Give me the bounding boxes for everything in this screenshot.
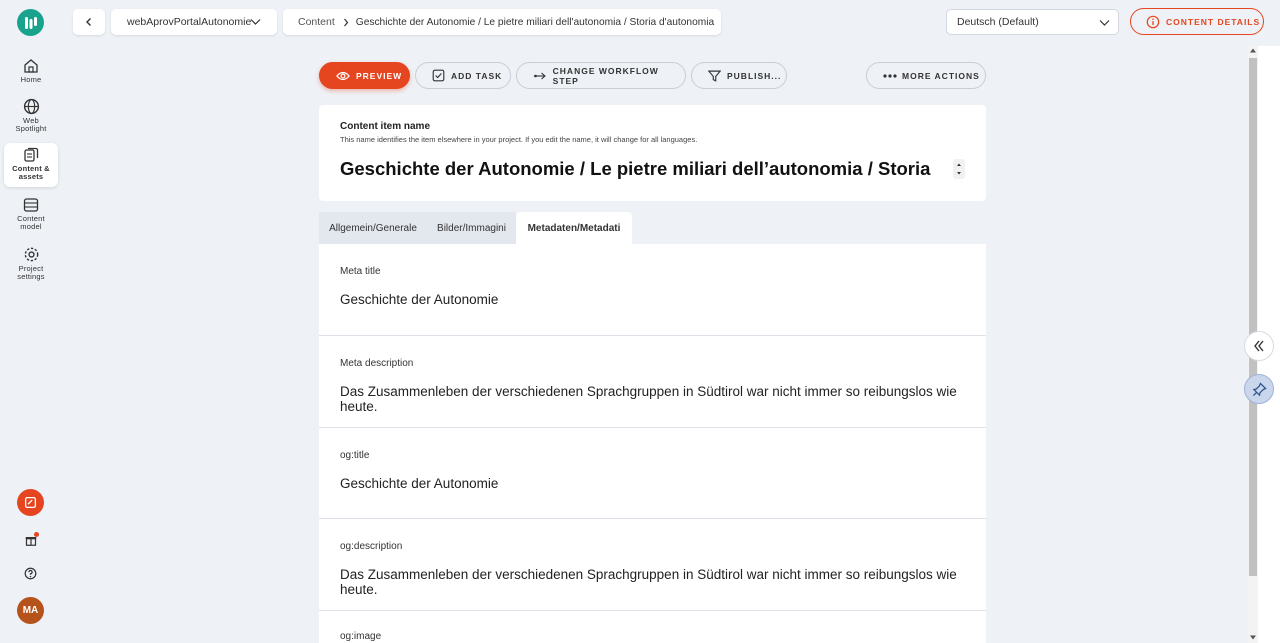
resize-handle[interactable] xyxy=(953,159,965,179)
nav-item-content-assets[interactable]: Content & assets xyxy=(4,143,58,187)
scroll-up-icon[interactable] xyxy=(1250,48,1256,53)
breadcrumb-root[interactable]: Content xyxy=(298,16,335,28)
item-name-input[interactable]: Geschichte der Autonomie / Le pietre mil… xyxy=(340,158,930,180)
app-logo[interactable] xyxy=(17,9,44,36)
publish-button[interactable]: PUBLISH... xyxy=(691,62,787,89)
more-actions-label: MORE ACTIONS xyxy=(902,70,980,81)
breadcrumb-item: Geschichte der Autonomie / Le pietre mil… xyxy=(355,16,715,28)
tab-metadaten[interactable]: Metadaten/Metadati xyxy=(516,212,632,244)
publish-label: PUBLISH... xyxy=(727,70,782,81)
logo-icon xyxy=(24,16,37,29)
nav-item-content-model[interactable]: Content model xyxy=(4,193,58,237)
preview-button[interactable]: PREVIEW xyxy=(319,62,410,89)
chevron-down-icon xyxy=(250,19,261,25)
field-og-title: og:title Geschichte der Autonomie xyxy=(319,428,986,519)
field-label: Meta description xyxy=(340,358,414,369)
content-icon xyxy=(24,147,39,162)
more-dots-icon xyxy=(883,73,897,78)
field-meta-title: Meta title Geschichte der Autonomie xyxy=(319,244,986,336)
gear-icon xyxy=(24,247,38,262)
notification-dot-icon xyxy=(34,532,39,537)
preview-label: PREVIEW xyxy=(356,70,403,81)
field-input[interactable]: Das Zusammenleben der verschiedenen Spra… xyxy=(340,384,986,414)
field-input[interactable]: Geschichte der Autonomie xyxy=(340,292,498,307)
change-workflow-button[interactable]: CHANGE WORKFLOW STEP xyxy=(516,62,686,89)
nav-item-home[interactable]: Home xyxy=(4,54,58,98)
field-label: og:title xyxy=(340,450,370,461)
globe-icon xyxy=(23,98,39,115)
project-name: webAprovPortalAutonomie xyxy=(127,16,252,28)
edit-note-icon xyxy=(24,496,37,509)
help-button[interactable] xyxy=(17,560,44,587)
field-input[interactable]: Das Zusammenleben der verschiedenen Spra… xyxy=(340,567,986,597)
scroll-down-icon[interactable] xyxy=(1250,635,1256,640)
content-details-label: CONTENT DETAILS xyxy=(1166,16,1261,27)
tab-bilder[interactable]: Bilder/Immagini xyxy=(427,212,516,244)
nav-label-project-settings: Project settings xyxy=(17,264,45,281)
chevron-left-icon xyxy=(86,18,91,26)
collapse-panel-button[interactable] xyxy=(1244,331,1274,361)
workflow-arrow-icon xyxy=(533,72,546,79)
eye-icon xyxy=(336,71,350,80)
pin-icon xyxy=(1252,381,1267,396)
chevron-down-icon xyxy=(1099,20,1110,26)
more-actions-button[interactable]: MORE ACTIONS xyxy=(866,62,986,89)
back-button[interactable] xyxy=(73,9,105,35)
nav-label-home: Home xyxy=(20,75,42,84)
item-name-hint: This name identifies the item elsewhere … xyxy=(340,135,698,144)
item-name-label: Content item name xyxy=(340,121,431,132)
help-icon xyxy=(24,567,37,580)
pin-button[interactable] xyxy=(1244,374,1274,404)
field-label: og:image xyxy=(340,631,382,642)
model-icon xyxy=(23,198,39,212)
field-label: og:description xyxy=(340,541,403,552)
scrollbar-thumb[interactable] xyxy=(1249,58,1257,576)
language-selector[interactable]: Deutsch (Default) xyxy=(946,9,1119,35)
language-value: Deutsch (Default) xyxy=(957,16,1039,28)
field-label: Meta title xyxy=(340,266,381,277)
item-name-card: Content item name This name identifies t… xyxy=(319,105,986,201)
filter-icon xyxy=(708,70,721,82)
add-task-button[interactable]: ADD TASK xyxy=(415,62,511,89)
left-rail: Home Web Spotlight Content & assets Cont… xyxy=(0,0,62,643)
nav-label-content-model: Content model xyxy=(17,214,45,231)
nav-item-web-spotlight[interactable]: Web Spotlight xyxy=(4,94,58,138)
field-input[interactable]: Geschichte der Autonomie xyxy=(340,476,498,491)
nav-label-content-assets: Content & assets xyxy=(12,164,50,181)
nav-item-project-settings[interactable]: Project settings xyxy=(4,242,58,286)
field-og-image: og:image xyxy=(319,611,986,643)
tab-allgemein[interactable]: Allgemein/Generale xyxy=(319,212,427,244)
add-task-label: ADD TASK xyxy=(451,70,503,81)
whats-new-button[interactable] xyxy=(17,526,44,553)
nav-label-web-spotlight: Web Spotlight xyxy=(15,116,47,133)
feedback-button[interactable] xyxy=(17,489,44,516)
double-chevron-left-icon xyxy=(1254,340,1264,352)
chevron-right-icon xyxy=(343,18,349,26)
content-details-button[interactable]: CONTENT DETAILS xyxy=(1130,8,1264,35)
avatar[interactable]: MA xyxy=(17,597,44,624)
updown-arrow-icon xyxy=(957,163,961,175)
home-icon xyxy=(24,59,38,73)
field-meta-description: Meta description Das Zusammenleben der v… xyxy=(319,336,986,428)
breadcrumb: Content Geschichte der Autonomie / Le pi… xyxy=(283,9,721,35)
project-selector[interactable]: webAprovPortalAutonomie xyxy=(111,9,277,35)
checkbox-icon xyxy=(432,69,445,82)
info-icon xyxy=(1146,15,1160,28)
field-og-description: og:description Das Zusammenleben der ver… xyxy=(319,519,986,611)
change-workflow-label: CHANGE WORKFLOW STEP xyxy=(552,65,659,86)
